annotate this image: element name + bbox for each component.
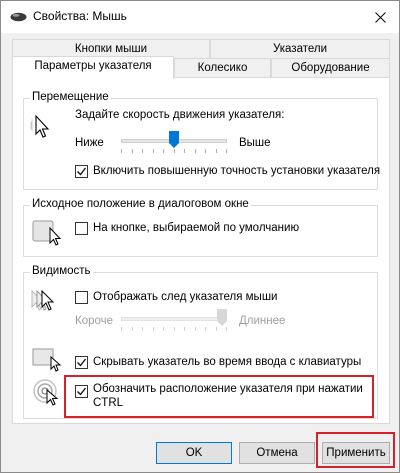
slider-tick (153, 149, 154, 153)
hide-pointer-checkbox[interactable] (75, 356, 88, 369)
slider-tick (132, 327, 133, 331)
speed-label: Задайте скорость движения указателя: (75, 109, 285, 121)
slider-tick (153, 327, 154, 331)
tab-hardware-label: Оборудование (291, 62, 370, 74)
slider-tick (226, 327, 227, 331)
tab-pointers-label: Указатели (272, 43, 328, 55)
title-bar: Свойства: Мышь (1, 1, 399, 33)
hide-pointer-icon (32, 347, 64, 376)
slider-tick (184, 327, 185, 331)
slider-tick (226, 149, 227, 153)
visibility-group: Видимость Отображать след указателя мыши… (23, 265, 378, 419)
ctrl-locate-icon (32, 377, 64, 412)
tab-hardware[interactable]: Оборудование (271, 58, 390, 78)
slider-tick (163, 149, 164, 153)
ctrl-locate-label-line1: Обозначить расположение указателя при на… (93, 383, 363, 395)
snap-to-group: Исходное положение в диалоговом окне На … (23, 198, 378, 257)
slider-tick (195, 149, 196, 153)
tab-buttons-label: Кнопки мыши (74, 43, 148, 55)
precision-label: Включить повышенную точность установки у… (93, 165, 381, 177)
pointer-speed-icon (30, 113, 58, 146)
slider-tick (132, 149, 133, 153)
speed-slider[interactable] (121, 131, 227, 155)
trails-slider-thumb[interactable] (217, 309, 227, 326)
visibility-group-title: Видимость (30, 265, 93, 277)
slider-tick (163, 327, 164, 331)
ok-button[interactable]: OK (156, 442, 232, 464)
speed-slow-label: Ниже (75, 137, 104, 149)
ctrl-locate-checkbox[interactable] (75, 385, 88, 398)
trails-long-label: Длиннее (239, 315, 286, 327)
slider-tick (121, 149, 122, 153)
close-button[interactable] (367, 5, 393, 29)
window-title: Свойства: Мышь (33, 9, 127, 23)
tab-pointer-options[interactable]: Параметры указателя (12, 56, 174, 79)
mouse-properties-dialog: Свойства: Мышь Кнопки мыши Указатели Пар… (0, 0, 400, 473)
tab-panel: Перемещение Задайте скорость движения ук… (12, 77, 390, 424)
slider-tick (195, 327, 196, 331)
slider-tick (216, 149, 217, 153)
speed-slider-thumb[interactable] (169, 131, 179, 148)
slider-tick (142, 149, 143, 153)
slider-tick (174, 327, 175, 331)
slider-tick (184, 149, 185, 153)
pointer-trails-checkbox[interactable] (75, 291, 88, 304)
cancel-button[interactable]: Отмена (239, 442, 315, 464)
precision-checkbox[interactable] (75, 165, 88, 178)
slider-tick (216, 327, 217, 331)
snap-to-group-title: Исходное положение в диалоговом окне (30, 198, 251, 210)
ctrl-locate-label-line2: CTRL (93, 397, 124, 409)
slider-tick (142, 327, 143, 331)
tab-pointers[interactable]: Указатели (210, 39, 390, 59)
hide-pointer-label: Скрывать указатель во время ввода с клав… (93, 356, 362, 368)
mouse-icon (10, 12, 27, 22)
close-icon (374, 11, 386, 23)
tab-pointer-options-label: Параметры указателя (34, 60, 152, 72)
tab-wheel-label: Колесико (197, 62, 248, 74)
motion-group-title: Перемещение (30, 91, 111, 103)
apply-button[interactable]: Применить (322, 442, 390, 464)
trails-slider-track (121, 317, 227, 321)
speed-fast-label: Выше (239, 137, 271, 149)
trails-slider[interactable] (121, 309, 227, 333)
slider-tick (121, 327, 122, 331)
motion-group: Перемещение Задайте скорость движения ук… (23, 91, 381, 190)
slider-tick (174, 149, 175, 153)
slider-tick (205, 149, 206, 153)
pointer-trails-label: Отображать след указателя мыши (93, 291, 278, 303)
pointer-trails-icon (29, 287, 61, 320)
snap-to-label: На кнопке, выбираемой по умолчанию (93, 222, 300, 234)
snap-to-checkbox[interactable] (75, 222, 88, 235)
snap-to-icon (32, 218, 64, 249)
trails-short-label: Короче (75, 315, 114, 327)
slider-tick (205, 327, 206, 331)
tab-wheel[interactable]: Колесико (174, 58, 271, 78)
